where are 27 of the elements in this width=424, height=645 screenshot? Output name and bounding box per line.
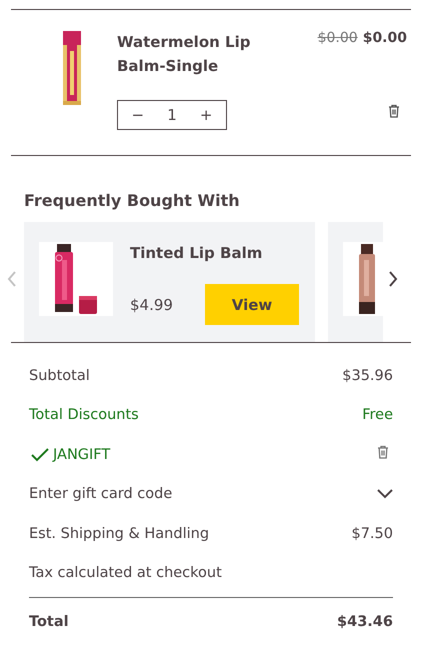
quantity-stepper[interactable]: − 1 + [117,100,227,130]
product-price: $4.99 [130,296,173,314]
quantity-value: 1 [167,106,177,124]
total-value: $43.46 [337,614,393,630]
sale-price: $0.00 [362,30,407,46]
product-name: Watermelon Lip Balm-Single [117,32,252,77]
summary-value: $35.96 [342,368,393,384]
gift-card-toggle[interactable]: Enter gift card code [29,486,172,502]
section-heading: Frequently Bought With [24,191,241,210]
discount-value: Free [362,407,393,424]
trash-icon[interactable] [388,104,400,118]
summary-label: Est. Shipping & Handling [29,526,210,542]
discount-label: Total Discounts [29,407,139,424]
decrement-button[interactable]: − [128,106,148,124]
summary-value: $7.50 [351,526,393,542]
chevron-down-icon[interactable] [377,489,393,500]
product-name: Tinted Lip Balm [130,244,264,262]
original-price: $0.00 [318,30,358,46]
summary-label: Subtotal [29,368,90,384]
trash-icon[interactable] [377,444,389,459]
coupon-code: JANGIFT [53,446,110,463]
summary-label: Tax calculated at checkout [29,565,222,582]
view-button[interactable]: View [205,284,299,325]
check-icon [31,448,49,462]
total-label: Total [29,614,69,630]
increment-button[interactable]: + [196,106,216,124]
chevron-right-icon[interactable] [388,271,398,287]
